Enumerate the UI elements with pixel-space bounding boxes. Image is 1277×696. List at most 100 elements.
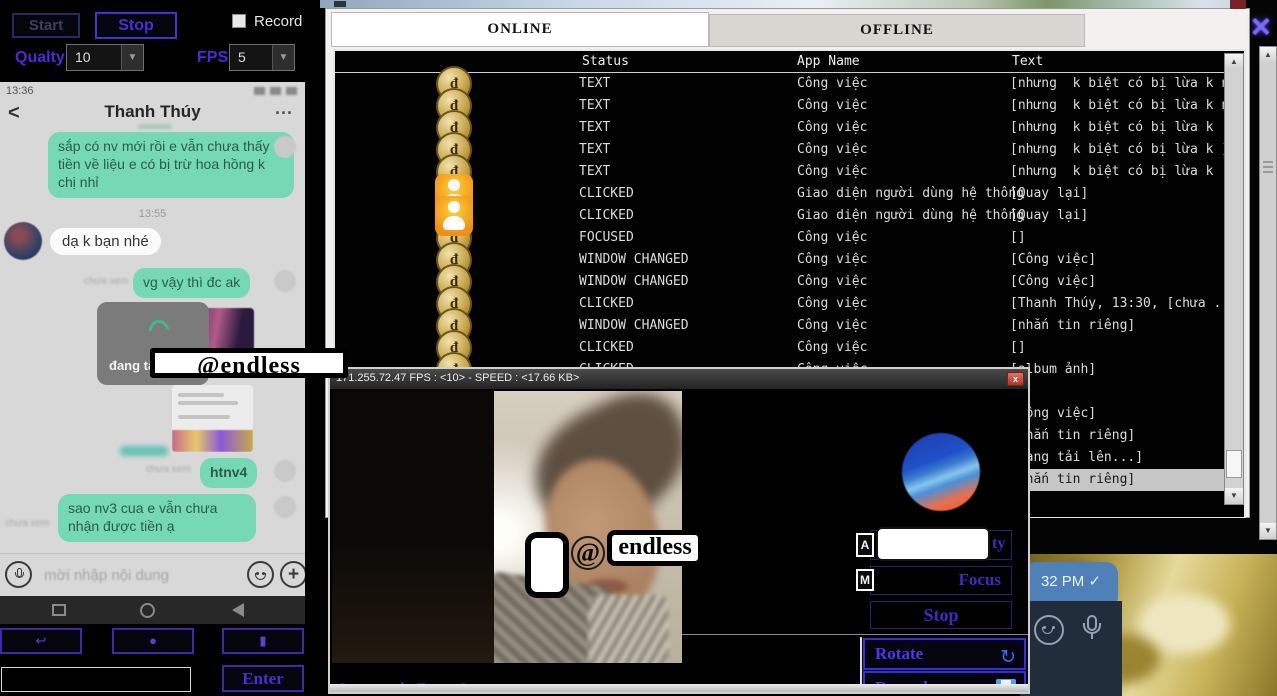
- avatar: [4, 222, 42, 260]
- scroll-down-icon[interactable]: ▼: [1260, 523, 1276, 539]
- panel-divider: [860, 637, 862, 684]
- send-recents-button[interactable]: ▮: [222, 628, 304, 654]
- message-input-placeholder[interactable]: mời nhập nội dung: [44, 567, 169, 584]
- table-row[interactable]: đ WINDOW CHANGED Công việc [Công việc]: [335, 242, 1244, 278]
- message-status: chưa xem: [146, 464, 191, 475]
- redaction-box: [876, 527, 990, 561]
- message-time: 32 PM: [1040, 573, 1085, 590]
- watermark-handle: @endless: [150, 348, 348, 379]
- c-status: CLICKED: [579, 186, 634, 201]
- table-row[interactable]: đ TEXT Công việc [nhưng k biệt có bị lừa k …: [335, 110, 1244, 146]
- tab-online[interactable]: ONLINE: [331, 12, 709, 47]
- c-app: Công việc: [797, 274, 868, 289]
- home-icon[interactable]: [140, 603, 155, 618]
- send-back-button[interactable]: ↩: [0, 628, 82, 654]
- rotate-button[interactable]: Rotate ↻: [863, 638, 1026, 670]
- fps-dropdown[interactable]: 5 ▼: [229, 44, 295, 71]
- chevron-down-icon[interactable]: ▼: [272, 45, 294, 70]
- uploading-label: đang tả: [109, 358, 156, 373]
- record-button[interactable]: Record: [863, 671, 1026, 684]
- table-scrollbar[interactable]: ▲ ▼: [1224, 53, 1244, 505]
- table-row[interactable]: đ CLICKED Công việc[]: [335, 330, 1244, 366]
- c-text: [nhưng k biệt có bị lừa k nu]: [1010, 98, 1245, 113]
- desktop-wallpaper-sliver: [320, 0, 1277, 8]
- redaction-box: M: [856, 569, 874, 591]
- loading-spinner-icon: [144, 315, 174, 345]
- c-text: [nhắn tin riêng]: [1010, 318, 1136, 333]
- chat-bubble-sent: vg vậy thì đc ak: [133, 268, 251, 298]
- scroll-up-icon[interactable]: ▲: [1260, 47, 1276, 63]
- quality-dropdown[interactable]: 10 ▼: [66, 44, 144, 71]
- phone-status-icon: [270, 87, 281, 95]
- connection-status: Connected - Front Camera: [336, 681, 509, 684]
- stop-stream-button[interactable]: Stop: [870, 601, 1012, 629]
- scrollbar-grip: [1263, 171, 1273, 173]
- panel-divider: [682, 634, 1028, 635]
- chevron-down-icon[interactable]: ▼: [121, 45, 143, 70]
- c-app: Công việc: [797, 164, 868, 179]
- shared-post-thumbnail[interactable]: [172, 385, 253, 452]
- voice-message-icon[interactable]: [1080, 615, 1104, 649]
- smiley-mouth: [255, 573, 266, 580]
- phone-screen-mirror[interactable]: 13:36 < Thanh Thúy ... sắp có nv mới rồi…: [0, 82, 305, 596]
- message-status: chưa xem: [5, 518, 50, 529]
- mic-glyph: [15, 572, 24, 578]
- column-header-text: Text: [1012, 54, 1044, 69]
- table-row[interactable]: đ WINDOW CHANGED Công việc [Công việc]: [335, 264, 1244, 300]
- message-status: chưa xem: [84, 276, 129, 287]
- scroll-up-icon[interactable]: ▲: [1225, 54, 1243, 70]
- camera-stream-window: 171.255.72.47 FPS : <10> - SPEED : <17.6…: [328, 367, 1030, 694]
- c-status: TEXT: [579, 142, 611, 157]
- emoji-icon[interactable]: [247, 561, 274, 588]
- table-row[interactable]: đ TEXT Công việc [nhưng k biệt có bị lừa k …: [335, 66, 1244, 102]
- person-collar: [588, 595, 668, 663]
- tab-offline[interactable]: OFFLINE: [709, 14, 1085, 47]
- c-text: [nhưng k biệt có bị lừa k n]: [1010, 76, 1237, 91]
- close-button[interactable]: x: [1007, 372, 1024, 386]
- redaction-box: A: [856, 533, 874, 557]
- attach-plus-icon[interactable]: +: [280, 561, 305, 588]
- c-status: TEXT: [579, 98, 611, 113]
- camera-window-titlebar[interactable]: 171.255.72.47 FPS : <10> - SPEED : <17.6…: [330, 369, 1028, 389]
- c-text: []: [1010, 230, 1026, 245]
- back-icon[interactable]: [232, 603, 244, 617]
- quality-value: 10: [75, 49, 91, 65]
- column-header-app: App Name: [797, 54, 860, 69]
- enter-button[interactable]: Enter: [222, 665, 304, 692]
- watermark-at-symbol: @: [571, 536, 605, 570]
- more-options-icon[interactable]: ...: [275, 98, 293, 119]
- c-app: Công việc: [797, 120, 868, 135]
- c-text: [nhưng k biệt có bị lừa k ...: [1010, 164, 1245, 179]
- c-app: Giao diện người dùng hệ thống: [797, 208, 1024, 223]
- stop-button[interactable]: Stop: [95, 12, 177, 39]
- table-row[interactable]: đ TEXT Công việc [nhưng k biệt có bị lừa k …: [335, 88, 1245, 124]
- c-text: [Công việc]: [1010, 252, 1097, 267]
- microphone-icon[interactable]: [5, 561, 32, 588]
- c-app: Công việc: [797, 340, 868, 355]
- table-row[interactable]: đ CLICKED Công việc [Thanh Thúy, 13:30, [ch…: [335, 286, 1244, 322]
- record-checkbox[interactable]: [232, 14, 246, 28]
- rotate-icon: ↻: [1000, 646, 1016, 668]
- emoji-icon[interactable]: [1034, 615, 1064, 645]
- scroll-down-icon[interactable]: ▼: [1225, 488, 1243, 504]
- c-status: TEXT: [579, 76, 611, 91]
- table-row[interactable]: đ TEXT Công việc [nhưng k biệt có bị lừa k …: [335, 132, 1244, 168]
- table-row[interactable]: CLICKED Giao diện người dùng hệ thống [Qua…: [335, 196, 1244, 236]
- scrollbar-grip: [1263, 161, 1273, 163]
- window-fragment: [1230, 0, 1246, 9]
- phone-status-icon: [254, 87, 265, 95]
- background-scrollbar[interactable]: ▲ ▼: [1259, 46, 1277, 540]
- camera-video-feed: [494, 391, 682, 663]
- table-row[interactable]: đ WINDOW CHANGED Công việc [nhắn tin riêng]: [335, 308, 1244, 344]
- post-text-line: [178, 401, 238, 405]
- focus-button[interactable]: Focus: [870, 566, 1012, 595]
- message-input-bar[interactable]: mời nhập nội dung +: [0, 553, 305, 596]
- c-text: [nhưng k biệt có bị lừa k ]: [1010, 142, 1230, 157]
- scrollbar-thumb[interactable]: [1226, 450, 1242, 478]
- close-icon[interactable]: ✕: [1250, 12, 1272, 43]
- sent-check-icon: ✓: [1088, 573, 1102, 590]
- text-send-input[interactable]: [1, 667, 191, 692]
- start-button[interactable]: Start: [12, 13, 80, 38]
- recents-icon[interactable]: [52, 604, 66, 616]
- send-home-button[interactable]: ●: [112, 628, 194, 654]
